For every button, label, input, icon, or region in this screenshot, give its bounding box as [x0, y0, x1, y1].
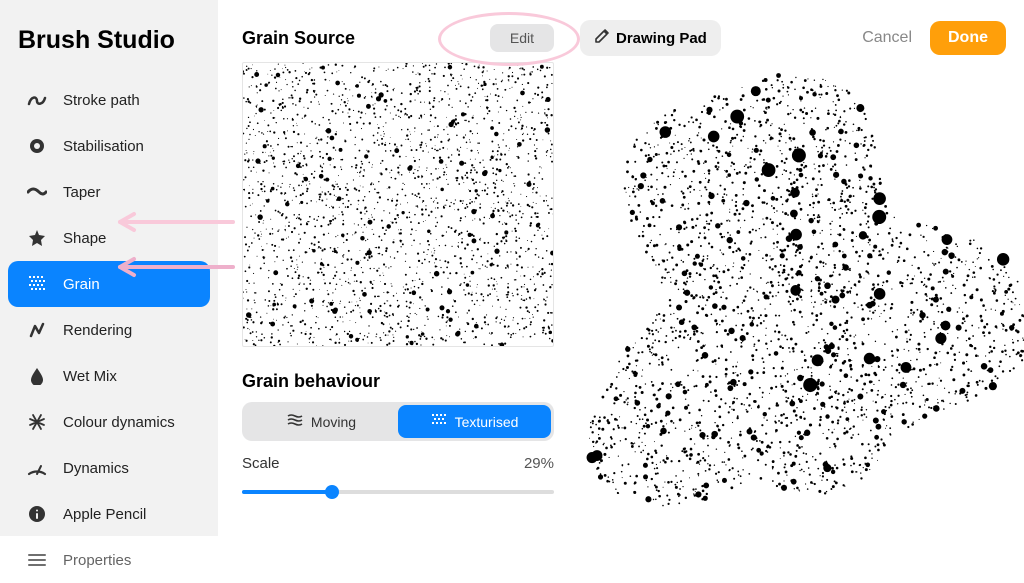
- taper-icon: [26, 181, 48, 203]
- scale-slider[interactable]: [242, 478, 554, 506]
- wet-mix-icon: [26, 365, 48, 387]
- grain-icon: [26, 273, 48, 295]
- app-title: Brush Studio: [0, 16, 218, 77]
- texturised-icon: [431, 413, 447, 430]
- sidebar-item-stabilisation[interactable]: Stabilisation: [8, 123, 210, 169]
- drawing-pad-button[interactable]: Drawing Pad: [580, 20, 721, 56]
- shape-icon: [26, 227, 48, 249]
- sidebar-item-label: Taper: [63, 184, 101, 201]
- grain-source-preview[interactable]: [242, 62, 554, 347]
- grain-behaviour-moving[interactable]: Moving: [245, 405, 398, 438]
- slider-fill: [242, 490, 332, 494]
- cancel-button[interactable]: Cancel: [862, 29, 912, 47]
- preview-panel: Drawing Pad Cancel Done: [570, 0, 1024, 536]
- stroke-path-icon: [26, 89, 48, 111]
- sidebar-item-apple-pencil[interactable]: Apple Pencil: [8, 491, 210, 537]
- sidebar-item-colour-dynamics[interactable]: Colour dynamics: [8, 399, 210, 445]
- grain-behaviour-title: Grain behaviour: [242, 371, 554, 392]
- sidebar-item-label: Wet Mix: [63, 368, 117, 385]
- apple-pencil-icon: [26, 503, 48, 525]
- sidebar-item-label: Properties: [63, 552, 131, 569]
- sidebar-item-label: Apple Pencil: [63, 506, 146, 523]
- grain-source-title: Grain Source: [242, 28, 355, 49]
- grain-behaviour-texturised[interactable]: Texturised: [398, 405, 551, 438]
- slider-thumb[interactable]: [325, 485, 339, 499]
- brush-stroke-preview[interactable]: [570, 52, 1024, 536]
- sidebar-item-taper[interactable]: Taper: [8, 169, 210, 215]
- sidebar-item-label: Stroke path: [63, 92, 140, 109]
- sidebar-item-wet-mix[interactable]: Wet Mix: [8, 353, 210, 399]
- properties-icon: [26, 549, 48, 571]
- sidebar-item-label: Rendering: [63, 322, 132, 339]
- sidebar-item-label: Dynamics: [63, 460, 129, 477]
- done-button[interactable]: Done: [930, 21, 1006, 55]
- segment-label: Moving: [311, 414, 356, 430]
- stabilisation-icon: [26, 135, 48, 157]
- grain-behaviour-segmented: Moving Texturised: [242, 402, 554, 441]
- colour-dynamics-icon: [26, 411, 48, 433]
- edit-grain-button[interactable]: Edit: [490, 24, 554, 52]
- sidebar-item-shape[interactable]: Shape: [8, 215, 210, 261]
- sidebar-item-rendering[interactable]: Rendering: [8, 307, 210, 353]
- moving-icon: [287, 413, 303, 430]
- sidebar-item-label: Shape: [63, 230, 106, 247]
- segment-label: Texturised: [455, 414, 519, 430]
- sidebar-item-stroke-path[interactable]: Stroke path: [8, 77, 210, 123]
- sidebar-item-grain[interactable]: Grain: [8, 261, 210, 307]
- scale-label: Scale: [242, 455, 280, 472]
- sidebar-item-label: Colour dynamics: [63, 414, 175, 431]
- sidebar-item-label: Stabilisation: [63, 138, 144, 155]
- sidebar-item-properties[interactable]: Properties: [8, 537, 210, 583]
- dynamics-icon: [26, 457, 48, 479]
- pencil-edit-icon: [594, 28, 610, 48]
- sidebar: Brush Studio Stroke path Stabilisation T…: [0, 0, 218, 536]
- drawing-pad-label: Drawing Pad: [616, 30, 707, 47]
- sidebar-item-dynamics[interactable]: Dynamics: [8, 445, 210, 491]
- grain-settings-panel: Grain Source Edit Grain behaviour Moving…: [218, 0, 570, 536]
- rendering-icon: [26, 319, 48, 341]
- sidebar-item-label: Grain: [63, 276, 100, 293]
- scale-value: 29%: [524, 455, 554, 472]
